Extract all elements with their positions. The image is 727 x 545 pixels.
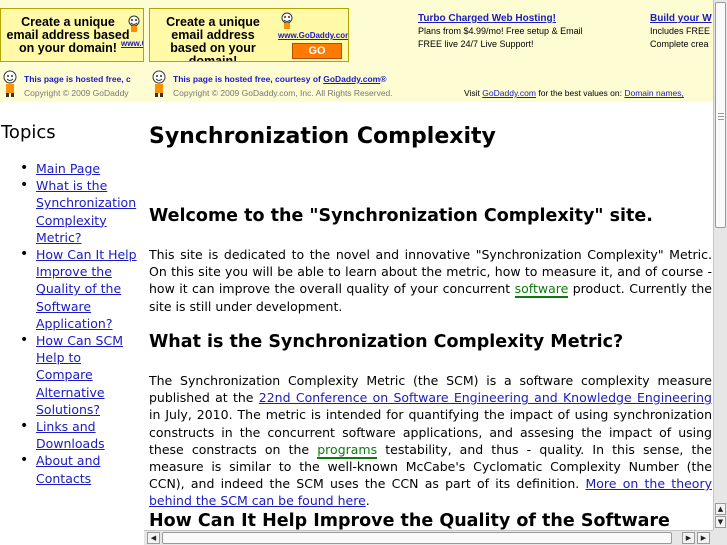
topic-link-what-is[interactable]: What is the Synchronization Complexity M… (36, 178, 136, 245)
topics-title: Topics (1, 122, 56, 143)
promo-line-2: Complete crea (650, 39, 709, 49)
topic-item: Main Page (20, 160, 140, 177)
copyright-text: Copyright © 2009 GoDaddy (24, 88, 129, 98)
promo-line-1: Includes FREE (650, 26, 711, 36)
scroll-down-arrow-icon[interactable]: ▼ (715, 516, 726, 528)
copyright-text: Copyright © 2009 GoDaddy.com, Inc. All R… (173, 88, 393, 98)
conference-link[interactable]: 22nd Conference on Software Engineering … (259, 390, 712, 405)
visit-prefix: Visit (464, 88, 483, 98)
how-it-helps-heading: How Can It Help Improve the Quality of t… (149, 511, 670, 530)
sidebar-bottom (0, 530, 144, 545)
hosted-notice-text: This page is hosted free, courtesy of Go… (173, 74, 386, 84)
vertical-scrollbar-thumb[interactable] (715, 2, 726, 228)
topic-item: What is the Synchronization Complexity M… (20, 177, 140, 246)
visit-godaddy-line: Visit GoDaddy.com for the best values on… (464, 88, 684, 98)
page-title: Synchronization Complexity (149, 124, 496, 149)
hosted-prefix: This page is hosted free, courtesy of (173, 74, 324, 84)
topics-list: Main Page What is the Synchronization Co… (20, 160, 140, 487)
main-content: Synchronization Complexity Welcome to th… (144, 102, 713, 530)
software-link[interactable]: software (514, 281, 569, 299)
welcome-heading: Welcome to the "Synchronization Complexi… (149, 206, 653, 226)
godaddy-mascot-icon (152, 70, 166, 97)
topic-item: Links and Downloads (20, 418, 140, 452)
website-builder-promo: Build your W Includes FREE Complete crea (650, 12, 713, 51)
banner-text: Create a unique email address based on y… (166, 15, 260, 62)
grip-line (718, 116, 724, 117)
godaddy-mascot-icon (128, 15, 140, 32)
promo-line-1: Plans from $4.99/mo! Free setup & Email (418, 26, 583, 36)
horizontal-scrollbar[interactable]: ◀ ▶ ▶ (144, 530, 713, 545)
what-is-paragraph: The Synchronization Complexity Metric (t… (149, 372, 712, 510)
banner-text: Create a unique email address based on y… (6, 15, 130, 55)
topic-link-about[interactable]: About and Contacts (36, 453, 100, 485)
topic-link-improve-quality[interactable]: How Can It Help Improve the Quality of t… (36, 247, 137, 331)
go-button[interactable]: GO (292, 43, 342, 59)
godaddy-mascot-icon (281, 12, 293, 29)
topic-link-main-page[interactable]: Main Page (36, 161, 100, 176)
web-hosting-promo-link[interactable]: Turbo Charged Web Hosting! (418, 12, 618, 25)
hosted-notice-text: This page is hosted free, c (24, 74, 131, 84)
topic-link-compare-solutions[interactable]: How Can SCM Help to Compare Alternative … (36, 333, 123, 417)
horizontal-scrollbar-thumb[interactable] (162, 532, 672, 544)
hosting-ad-band: Create a unique email address based on y… (0, 0, 713, 102)
topics-sidebar: Topics Main Page What is the Synchroniza… (0, 110, 144, 530)
topic-item: How Can It Help Improve the Quality of t… (20, 246, 140, 332)
godaddy-email-banner-2[interactable]: Create a unique email address based on y… (149, 8, 349, 62)
what-is-heading: What is the Synchronization Complexity M… (149, 332, 624, 352)
web-hosting-promo: Turbo Charged Web Hosting! Plans from $4… (418, 12, 618, 51)
godaddy-mascot-icon (3, 70, 17, 97)
domain-names-link[interactable]: Domain names, (624, 88, 684, 98)
welcome-paragraph: This site is dedicated to the novel and … (149, 246, 712, 315)
scroll-right-arrow-icon[interactable]: ▶ (682, 532, 695, 544)
what-text-4: . (365, 493, 370, 509)
scroll-up-arrow-icon[interactable]: ▲ (715, 503, 726, 515)
promo-line-2: FREE live 24/7 Live Support! (418, 39, 534, 49)
scroll-right-arrow-icon[interactable]: ▶ (697, 532, 710, 544)
visit-godaddy-link[interactable]: GoDaddy.com (482, 88, 536, 98)
programs-link[interactable]: programs (317, 441, 378, 459)
godaddy-link[interactable]: GoDaddy.com (323, 74, 380, 84)
topic-link-downloads[interactable]: Links and Downloads (36, 419, 105, 451)
hosted-notice-short: This page is hosted free, c Copyright © … (0, 68, 144, 102)
topic-item: How Can SCM Help to Compare Alternative … (20, 332, 140, 418)
godaddy-logo: www.GoDaddy.com (121, 39, 143, 48)
grip-line (718, 113, 724, 114)
scroll-left-arrow-icon[interactable]: ◀ (147, 532, 160, 544)
vertical-scrollbar[interactable]: ▲ ▼ (713, 0, 727, 530)
hosted-notice: This page is hosted free, courtesy of Go… (149, 68, 713, 102)
topic-item: About and Contacts (20, 452, 140, 486)
godaddy-logo: www.GoDaddy.com (278, 31, 349, 40)
godaddy-email-banner[interactable]: Create a unique email address based on y… (0, 8, 144, 62)
visit-middle: for the best values on: (535, 88, 625, 98)
grip-line (718, 119, 724, 120)
registered-mark: ® (380, 74, 387, 84)
scrollbar-corner (713, 530, 727, 545)
website-builder-promo-link[interactable]: Build your W (650, 12, 713, 25)
